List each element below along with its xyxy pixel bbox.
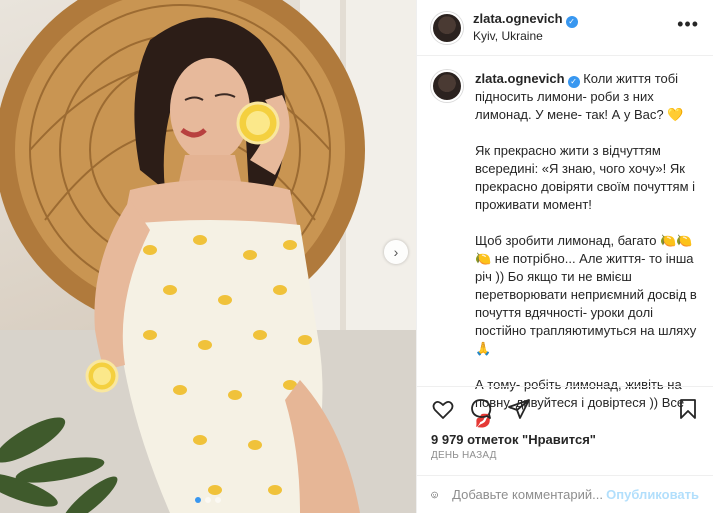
username-link[interactable]: zlata.ognevich bbox=[473, 11, 563, 26]
comment-bar: Опубликовать bbox=[417, 475, 713, 513]
post-side-panel: zlata.ognevich ✓ Kyiv, Ukraine ••• zlata.… bbox=[416, 0, 713, 513]
more-icon[interactable]: ••• bbox=[677, 14, 699, 35]
post-photo[interactable]: › bbox=[0, 0, 416, 513]
verified-icon: ✓ bbox=[567, 76, 580, 88]
carousel-dot-2 bbox=[205, 497, 211, 503]
next-arrow-icon[interactable]: › bbox=[384, 240, 408, 264]
photo-illustration bbox=[0, 0, 416, 513]
comment-input[interactable] bbox=[450, 486, 607, 503]
caption-username[interactable]: zlata.ognevich bbox=[475, 71, 565, 86]
caption-text: zlata.ognevich ✓ Коли життя тобі підносит… bbox=[475, 70, 699, 428]
verified-icon: ✓ bbox=[565, 16, 578, 28]
caption-avatar[interactable] bbox=[431, 70, 463, 102]
caption-paragraph-3: Щоб зробити лимонад, багато 🍋🍋🍋 не потрі… bbox=[475, 233, 697, 356]
caption: zlata.ognevich ✓ Коли життя тобі підносит… bbox=[417, 56, 713, 428]
heart-icon[interactable] bbox=[431, 397, 455, 421]
carousel-dot-1 bbox=[195, 497, 201, 503]
avatar[interactable] bbox=[431, 11, 463, 44]
action-bar bbox=[417, 386, 713, 433]
carousel-dot-3 bbox=[215, 497, 221, 503]
publish-button[interactable]: Опубликовать bbox=[606, 487, 699, 502]
comment-icon[interactable] bbox=[469, 397, 493, 421]
instagram-post: › zlata.ognevich ✓ Kyiv, Ukraine ••• zlat… bbox=[0, 0, 713, 513]
bookmark-icon[interactable] bbox=[676, 397, 700, 421]
share-icon[interactable] bbox=[507, 397, 531, 421]
post-time[interactable]: ДЕНЬ НАЗАД bbox=[431, 450, 497, 461]
location-link[interactable]: Kyiv, Ukraine bbox=[473, 28, 578, 44]
caption-paragraph-2: Як прекрасно жити з відчуттям всередині:… bbox=[475, 143, 696, 212]
post-header: zlata.ognevich ✓ Kyiv, Ukraine ••• bbox=[417, 0, 713, 56]
likes-count[interactable]: 9 979 отметок "Нравится" bbox=[431, 432, 596, 447]
carousel-indicator bbox=[0, 497, 416, 503]
smiley-icon[interactable] bbox=[431, 484, 438, 506]
